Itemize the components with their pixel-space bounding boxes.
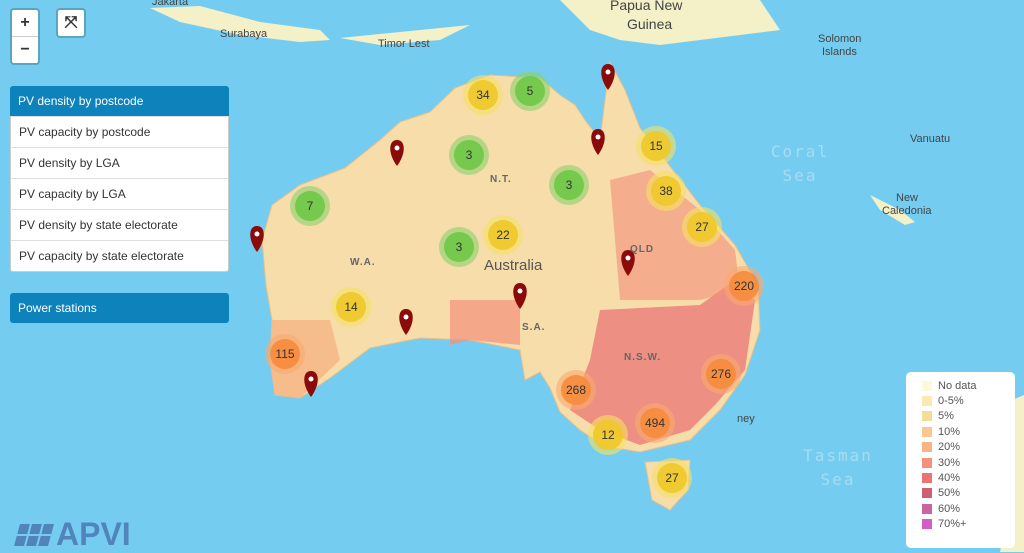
legend-swatch bbox=[922, 442, 932, 453]
legend-item: 30% bbox=[914, 455, 1007, 470]
cluster-marker[interactable]: 12 bbox=[588, 415, 628, 455]
country-label: Australia bbox=[484, 257, 543, 274]
layer-pv-density-lga[interactable]: PV density by LGA bbox=[10, 147, 229, 178]
legend-swatch bbox=[922, 426, 932, 437]
cluster-marker[interactable]: 27 bbox=[652, 458, 692, 498]
legend-item: 60% bbox=[914, 501, 1007, 516]
legend-item: 10% bbox=[914, 424, 1007, 439]
cluster-marker[interactable]: 494 bbox=[635, 403, 675, 443]
sea-label: Tasman Sea bbox=[803, 446, 873, 489]
power-stations-panel: Power stations bbox=[10, 293, 229, 323]
cluster-marker[interactable]: 27 bbox=[682, 207, 722, 247]
place-label: Timor Lest bbox=[378, 38, 430, 50]
legend-item: 50% bbox=[914, 486, 1007, 501]
legend-item: 70%+ bbox=[914, 517, 1007, 532]
place-label: Vanuatu bbox=[910, 133, 951, 145]
legend-swatch bbox=[922, 396, 932, 407]
legend-item: 0-5% bbox=[914, 393, 1007, 408]
cluster-marker[interactable]: 22 bbox=[483, 215, 523, 255]
cluster-marker[interactable]: 115 bbox=[265, 334, 305, 374]
cluster-marker[interactable]: 3 bbox=[549, 165, 589, 205]
expand-icon: ⤧ bbox=[64, 14, 78, 31]
legend-swatch bbox=[922, 473, 932, 484]
cluster-marker[interactable]: 3 bbox=[439, 227, 479, 267]
layer-pv-density-state-electorate[interactable]: PV density by state electorate bbox=[10, 209, 229, 240]
sea-label: Coral Sea bbox=[770, 142, 830, 185]
state-label: W.A. bbox=[350, 257, 376, 268]
zoom-out-button[interactable]: − bbox=[12, 37, 38, 63]
cluster-marker[interactable]: 276 bbox=[701, 354, 741, 394]
legend-item: 5% bbox=[914, 409, 1007, 424]
legend-item: 20% bbox=[914, 440, 1007, 455]
place-label: Solomon bbox=[818, 33, 862, 45]
place-label: Caledonia bbox=[882, 205, 932, 217]
state-label: QLD bbox=[630, 244, 655, 255]
layer-pv-capacity-lga[interactable]: PV capacity by LGA bbox=[10, 178, 229, 209]
layer-pv-capacity-postcode[interactable]: PV capacity by postcode bbox=[10, 116, 229, 147]
cluster-marker[interactable]: 268 bbox=[556, 370, 596, 410]
sa-region bbox=[450, 300, 520, 345]
place-label: Surabaya bbox=[220, 28, 268, 40]
state-label: N.S.W. bbox=[624, 352, 662, 363]
cluster-marker[interactable]: 220 bbox=[724, 266, 764, 306]
cluster-marker[interactable]: 38 bbox=[646, 171, 686, 211]
layer-pv-capacity-state-electorate[interactable]: PV capacity by state electorate bbox=[10, 240, 229, 272]
legend-item: 40% bbox=[914, 470, 1007, 485]
cluster-marker[interactable]: 5 bbox=[510, 71, 550, 111]
cluster-marker[interactable]: 15 bbox=[636, 126, 676, 166]
cluster-marker[interactable]: 34 bbox=[463, 75, 503, 115]
place-label: Guinea bbox=[627, 16, 673, 32]
legend-swatch bbox=[922, 380, 932, 391]
legend-item: No data bbox=[914, 378, 1007, 393]
place-label: Jakarta bbox=[152, 0, 189, 8]
legend-swatch bbox=[922, 503, 932, 514]
place-label: Islands bbox=[822, 46, 857, 58]
legend: No data 0-5% 5% 10% 20% 30% 40% 50% 60% 70%+ bbox=[906, 372, 1015, 548]
fullscreen-button[interactable]: ⤧ bbox=[56, 8, 86, 38]
apvi-logo: APVI bbox=[12, 516, 131, 553]
place-label: New bbox=[896, 192, 919, 204]
zoom-control: + − bbox=[10, 8, 40, 65]
layer-panel: PV density by postcode PV capacity by po… bbox=[10, 86, 229, 272]
legend-swatch bbox=[922, 457, 932, 468]
legend-swatch bbox=[922, 411, 932, 422]
power-station-marker-icon[interactable] bbox=[250, 226, 264, 252]
solar-panel-icon bbox=[14, 523, 54, 546]
layer-pv-density-postcode[interactable]: PV density by postcode bbox=[10, 86, 229, 116]
place-label: Papua New bbox=[610, 0, 683, 13]
legend-swatch bbox=[922, 519, 932, 530]
state-label: S.A. bbox=[522, 322, 546, 333]
cluster-marker[interactable]: 3 bbox=[449, 135, 489, 175]
state-label: N.T. bbox=[490, 174, 512, 185]
zoom-in-button[interactable]: + bbox=[12, 10, 38, 37]
cluster-marker[interactable]: 14 bbox=[331, 287, 371, 327]
power-stations-toggle[interactable]: Power stations bbox=[10, 293, 229, 323]
place-label: ney bbox=[737, 413, 755, 425]
cluster-marker[interactable]: 7 bbox=[290, 186, 330, 226]
legend-swatch bbox=[922, 488, 932, 499]
